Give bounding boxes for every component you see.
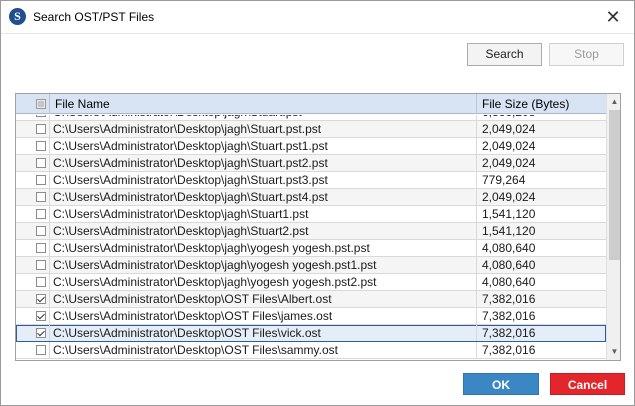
table-body: C:\Users\Administrator\Desktop\jagh\Stua…	[16, 115, 606, 360]
row-checkbox[interactable]	[36, 175, 46, 185]
row-checkbox[interactable]	[36, 243, 46, 253]
row-checkbox[interactable]	[36, 328, 46, 338]
file-size-cell: 7,382,016	[482, 343, 536, 357]
select-all-checkbox[interactable]	[36, 99, 46, 109]
table-row[interactable]: C:\Users\Administrator\Desktop\jagh\Stua…	[16, 155, 606, 172]
file-size-cell: 1,541,120	[482, 224, 536, 238]
file-name-cell: C:\Users\Administrator\Desktop\OST Files…	[51, 291, 477, 307]
file-name-cell: C:\Users\Administrator\Desktop\jagh\Stua…	[51, 115, 477, 120]
close-icon[interactable]: ✕	[602, 6, 624, 28]
file-name-cell: C:\Users\Administrator\Desktop\jagh\Stua…	[51, 206, 477, 222]
file-name-cell: C:\Users\Administrator\Desktop\jagh\yoge…	[51, 274, 477, 290]
search-dialog: S Search OST/PST Files ✕ Search Stop Fil…	[0, 0, 635, 406]
file-size-cell: 6,366,208	[478, 115, 606, 120]
file-size-cell: 4,080,640	[482, 258, 536, 272]
table-row[interactable]: C:\Users\Administrator\Desktop\jagh\Stua…	[16, 189, 606, 206]
file-size-cell: 7,382,016	[482, 309, 536, 323]
table-row[interactable]: C:\Users\Administrator\Desktop\jagh\Stua…	[16, 223, 606, 240]
column-header-file-name[interactable]: File Name	[51, 94, 477, 114]
app-logo-icon: S	[9, 8, 26, 25]
row-select-cell	[16, 155, 50, 171]
file-size-cell: 7,382,016	[482, 326, 536, 340]
file-name-cell: C:\Users\Administrator\Desktop\jagh\Stua…	[51, 155, 477, 171]
row-checkbox[interactable]	[36, 260, 46, 270]
row-select-cell	[16, 342, 50, 358]
table-header: File Name File Size (Bytes)	[16, 94, 606, 114]
row-select-cell	[16, 257, 50, 273]
table-row[interactable]: C:\Users\Administrator\Desktop\jagh\yoge…	[16, 274, 606, 291]
search-button[interactable]: Search	[467, 43, 542, 66]
file-name-cell: C:\Users\Administrator\Desktop\jagh\yoge…	[51, 257, 477, 273]
table-row[interactable]: C:\Users\Administrator\Desktop\jagh\yoge…	[16, 257, 606, 274]
row-checkbox[interactable]	[36, 192, 46, 202]
file-size-cell: 1,541,120	[482, 207, 536, 221]
row-checkbox[interactable]	[36, 115, 46, 117]
ok-button[interactable]: OK	[463, 373, 539, 395]
row-checkbox[interactable]	[36, 209, 46, 219]
title-bar: S Search OST/PST Files ✕	[1, 1, 634, 33]
file-size-cell: 779,264	[482, 173, 526, 187]
file-size-cell: 2,049,024	[482, 122, 536, 136]
table-row[interactable]: C:\Users\Administrator\Desktop\jagh\Stua…	[16, 206, 606, 223]
table-row[interactable]: C:\Users\Administrator\Desktop\OST Files…	[16, 325, 606, 342]
column-header-file-size[interactable]: File Size (Bytes)	[478, 94, 606, 114]
row-checkbox[interactable]	[36, 158, 46, 168]
row-select-cell	[16, 291, 50, 307]
row-select-cell	[16, 172, 50, 188]
row-select-cell	[16, 325, 50, 341]
table-row[interactable]: C:\Users\Administrator\Desktop\OST Files…	[16, 342, 606, 359]
file-size-cell: 4,080,640	[482, 241, 536, 255]
file-results-table: File Name File Size (Bytes) C:\Users\Adm…	[15, 93, 621, 361]
scrollbar-thumb[interactable]	[609, 110, 620, 260]
scroll-down-arrow-icon[interactable]: ▼	[607, 344, 620, 360]
row-select-cell	[16, 138, 50, 154]
row-select-cell	[16, 223, 50, 239]
file-name-cell: C:\Users\Administrator\Desktop\jagh\Stua…	[51, 121, 477, 137]
table-row[interactable]: C:\Users\Administrator\Desktop\OST Files…	[16, 308, 606, 325]
row-select-cell	[16, 206, 50, 222]
row-checkbox[interactable]	[36, 124, 46, 134]
stop-button[interactable]: Stop	[549, 43, 624, 66]
table-row[interactable]: C:\Users\Administrator\Desktop\jagh\Stua…	[16, 121, 606, 138]
row-select-cell	[16, 308, 50, 324]
vertical-scrollbar[interactable]: ▲ ▼	[606, 94, 620, 360]
table-row[interactable]: C:\Users\Administrator\Desktop\jagh\yoge…	[16, 240, 606, 257]
file-name-cell: C:\Users\Administrator\Desktop\OST Files…	[51, 308, 477, 324]
table-row[interactable]: C:\Users\Administrator\Desktop\jagh\Stua…	[16, 138, 606, 155]
file-size-cell: 7,382,016	[482, 292, 536, 306]
row-checkbox[interactable]	[36, 226, 46, 236]
file-size-cell: 2,049,024	[482, 190, 536, 204]
row-checkbox[interactable]	[36, 277, 46, 287]
row-select-cell	[16, 115, 50, 120]
row-checkbox[interactable]	[36, 345, 46, 355]
file-name-cell: C:\Users\Administrator\Desktop\jagh\yoge…	[51, 240, 477, 256]
title-divider	[1, 33, 634, 34]
header-select-cell	[16, 94, 50, 114]
dialog-title: Search OST/PST Files	[33, 10, 155, 24]
file-name-cell: C:\Users\Administrator\Desktop\jagh\Stua…	[51, 172, 477, 188]
row-checkbox[interactable]	[36, 141, 46, 151]
row-select-cell	[16, 274, 50, 290]
row-checkbox[interactable]	[36, 311, 46, 321]
table-row[interactable]: C:\Users\Administrator\Desktop\OST Files…	[16, 291, 606, 308]
row-select-cell	[16, 121, 50, 137]
file-name-cell: C:\Users\Administrator\Desktop\OST Files…	[51, 325, 477, 341]
row-select-cell	[16, 240, 50, 256]
file-name-cell: C:\Users\Administrator\Desktop\OST Files…	[51, 342, 477, 358]
file-name-cell: C:\Users\Administrator\Desktop\jagh\Stua…	[51, 189, 477, 205]
file-size-cell: 4,080,640	[482, 275, 536, 289]
file-size-cell: 2,049,024	[482, 156, 536, 170]
file-size-cell: 2,049,024	[482, 139, 536, 153]
file-name-cell: C:\Users\Administrator\Desktop\jagh\Stua…	[51, 138, 477, 154]
table-row[interactable]: C:\Users\Administrator\Desktop\jagh\Stua…	[16, 172, 606, 189]
scroll-up-arrow-icon[interactable]: ▲	[607, 94, 620, 110]
row-checkbox[interactable]	[36, 294, 46, 304]
row-select-cell	[16, 189, 50, 205]
cancel-button[interactable]: Cancel	[550, 373, 625, 395]
file-name-cell: C:\Users\Administrator\Desktop\jagh\Stua…	[51, 223, 477, 239]
